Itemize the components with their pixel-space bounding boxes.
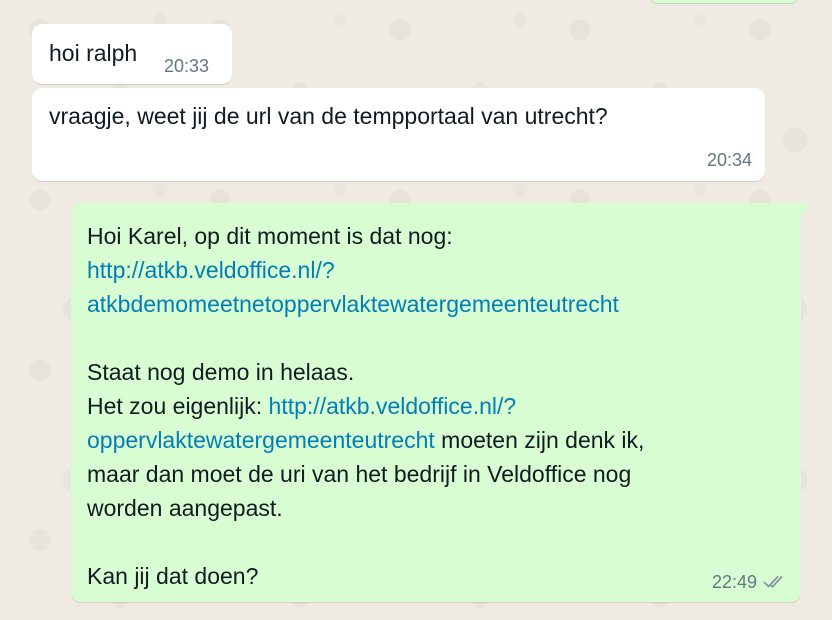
double-check-icon [763,574,789,590]
message-line: Staat nog demo in helaas. [87,359,355,385]
message-line: Kan jij dat doen? [87,563,259,589]
line-break [87,321,787,355]
message-text: Hoi Karel, op dit moment is dat nog: htt… [87,219,787,593]
message-time: 20:33 [164,56,210,76]
bubble-tail [800,203,810,216]
message-time: 20:34 [706,150,752,170]
message-line: Het zou eigenlijk: http://atkb.veldoffic… [87,389,787,423]
message-bubble-outgoing[interactable]: Hoi Karel, op dit moment is dat nog: htt… [71,203,810,602]
message-text-segment: Het zou eigenlijk: [87,393,269,419]
message-line: worden aangepast. [87,495,283,521]
message-link[interactable]: oppervlaktewatergemeenteutrecht [87,427,435,453]
line-break [87,525,787,559]
message-text: hoi ralph [49,40,138,66]
message-link[interactable]: http://atkb.veldoffice.nl/? [269,393,517,419]
message-line: http://atkb.veldoffice.nl/? [87,253,787,287]
message-bubble-incoming[interactable]: vraagje, weet jij de url van de tempport… [32,88,765,181]
previous-message-bubble [648,0,800,3]
message-bubble-incoming[interactable]: hoi ralph 20:33 [32,24,232,84]
message-meta: 22:49 [712,572,789,592]
message-line: Hoi Karel, op dit moment is dat nog: [87,223,453,249]
message-link[interactable]: http://atkb.veldoffice.nl/? [87,257,335,283]
message-text: vraagje, weet jij de url van de tempport… [49,103,608,129]
message-line: oppervlaktewatergemeenteutrecht moeten z… [87,423,787,457]
message-link[interactable]: atkbdemomeetnetoppervlaktewatergemeenteu… [87,291,619,317]
message-line: atkbdemomeetnetoppervlaktewatergemeenteu… [87,287,787,321]
message-line: maar dan moet de uri van het bedrijf in … [87,461,632,487]
message-time: 22:49 [711,572,757,592]
message-text-segment: moeten zijn denk ik, [434,427,645,453]
